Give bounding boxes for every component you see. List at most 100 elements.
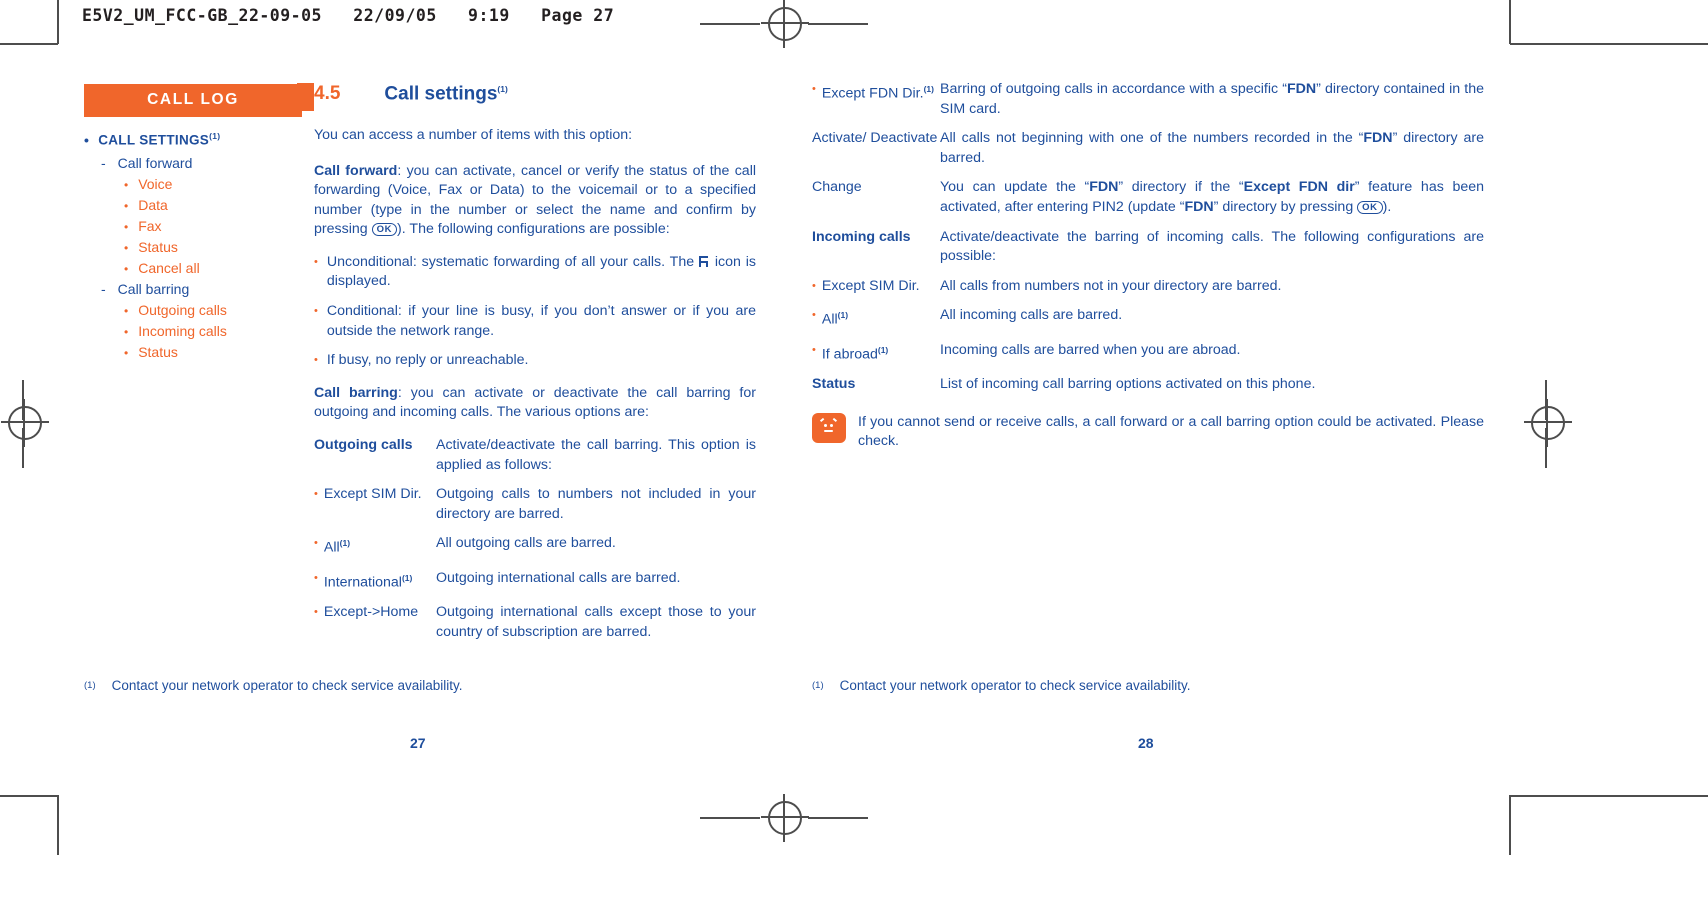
crop-mark-top-right-horizontal	[1510, 43, 1708, 45]
desc-part: ” directory if the “	[1118, 179, 1244, 196]
sidebar-item-label: Data	[138, 196, 168, 213]
call-forward-body-part2: ). The following configurations are poss…	[397, 221, 670, 238]
section-number: 4.5	[314, 83, 341, 105]
sidebar-item-label: Voice	[138, 175, 173, 192]
sidebar-item-data[interactable]: • Data	[124, 197, 302, 213]
option-term-wrap: • International(1)	[314, 569, 436, 593]
option-description: Barring of outgoing calls in accordance …	[940, 80, 1484, 119]
footnote-page-27: (1) Contact your network operator to che…	[84, 678, 524, 693]
bullet-dot-icon: •	[314, 255, 318, 268]
option-term: Status	[812, 376, 856, 392]
call-barring-paragraph: Call barring: you can activate or deacti…	[314, 384, 756, 423]
call-forward-paragraph: Call forward: you can activate, cancel o…	[314, 162, 756, 240]
sidebar-item-call-settings[interactable]: • CALL SETTINGS(1)	[84, 131, 302, 148]
footnote-ref: (1)	[877, 344, 889, 355]
crop-mark-bottom-right-horizontal	[1510, 795, 1708, 797]
ok-key-icon: OK	[1357, 200, 1383, 214]
bullet-dot-icon: •	[314, 305, 318, 318]
bullet-dot-icon: •	[124, 345, 129, 360]
option-term-wrap: • All(1)	[812, 306, 940, 330]
except-fdn-keyword: Except FDN dir	[1243, 179, 1355, 196]
option-description: Incoming calls are barred when you are a…	[940, 341, 1241, 358]
bullet-dot-icon: •	[124, 261, 129, 276]
sidebar-banner-call-log: CALL LOG	[84, 84, 302, 117]
sidebar-item-call-barring[interactable]: - Call barring	[101, 281, 302, 297]
sidebar-item-fax[interactable]: • Fax	[124, 218, 302, 234]
bullet-dot-icon: •	[812, 279, 816, 292]
sidebar-item-incoming-calls[interactable]: • Incoming calls	[124, 323, 302, 339]
option-description: All calls from numbers not in your direc…	[940, 277, 1282, 294]
sidebar-item-cancel-all[interactable]: • Cancel all	[124, 260, 302, 276]
table-row: • All(1) All outgoing calls are barred.	[314, 534, 756, 558]
option-term: Except FDN Dir.	[821, 85, 924, 102]
bullet-dot-icon: •	[314, 606, 318, 619]
page-27-body-column: 4.5 Call settings(1) You can access a nu…	[314, 80, 756, 652]
table-row: Activate/ Deactivate All calls not begin…	[812, 129, 1484, 168]
fdn-keyword: FDN	[1363, 130, 1393, 147]
footnote-ref: (1)	[497, 84, 508, 94]
crop-mark-bottom-left-vertical	[57, 795, 59, 855]
print-slug-line: E5V2_UM_FCC-GB_22-09-05 22/09/05 9:19 Pa…	[82, 6, 615, 25]
sidebar-item-status-forward[interactable]: • Status	[124, 239, 302, 255]
option-term: Except->Home	[323, 604, 419, 621]
bullet-text: Conditional: if your line is busy, if yo…	[326, 303, 756, 339]
section-title: Call settings	[384, 83, 498, 105]
bullet-dot-icon: •	[314, 354, 318, 367]
note-callout: If you cannot send or receive calls, a c…	[812, 412, 1484, 452]
sidebar-item-label: Fax	[138, 217, 162, 234]
option-term-wrap: • Except SIM Dir.	[314, 485, 436, 524]
option-term-wrap: • Except SIM Dir.	[812, 277, 940, 297]
bullet-dot-icon: •	[314, 571, 318, 584]
desc-part: You can update the “	[940, 179, 1090, 196]
option-term: Except SIM Dir.	[323, 486, 422, 503]
registration-mark-top-icon	[761, 0, 809, 48]
sidebar-item-status-barring[interactable]: • Status	[124, 344, 302, 360]
sidebar-item-outgoing-calls[interactable]: • Outgoing calls	[124, 302, 302, 318]
option-term-wrap: • Except->Home	[314, 603, 436, 642]
option-term: Change	[812, 179, 862, 196]
sidebar-item-label: CALL SETTINGS	[98, 132, 210, 148]
page-number-27: 27	[410, 735, 426, 751]
outgoing-options-list: Outgoing calls Activate/deactivate the c…	[314, 436, 756, 642]
sidebar-item-label: Call barring	[117, 280, 190, 297]
fdn-keyword: FDN	[1089, 179, 1119, 196]
footnote-ref: (1)	[923, 84, 934, 94]
fdn-options-list: • Except FDN Dir.(1) Barring of outgoing…	[812, 80, 1484, 218]
table-row: Status List of incoming call barring opt…	[812, 375, 1484, 395]
option-term: Incoming calls	[812, 228, 911, 245]
list-item: • Conditional: if your line is busy, if …	[314, 302, 756, 341]
note-text: If you cannot send or receive calls, a c…	[858, 413, 1484, 450]
footnote-ref: (1)	[401, 572, 413, 583]
call-barring-term: Call barring	[314, 384, 398, 401]
registration-mark-bottom-icon	[761, 794, 809, 842]
fdn-keyword: FDN	[1286, 81, 1317, 97]
footnote-text: Contact your network operator to check s…	[839, 678, 1191, 693]
sidebar-item-call-forward[interactable]: - Call forward	[101, 155, 302, 171]
desc-part: ” directory by pressing	[1213, 198, 1358, 215]
option-description: Activate/deactivate the barring of incom…	[940, 228, 1484, 265]
footnote-page-28: (1) Contact your network operator to che…	[812, 678, 1252, 693]
option-term-wrap: • Except FDN Dir.(1)	[812, 80, 940, 119]
crop-mark-top-right-vertical	[1509, 0, 1511, 44]
option-term: If abroad	[821, 346, 878, 363]
call-forward-icon	[699, 255, 710, 268]
option-description: Outgoing international calls are barred.	[436, 569, 681, 586]
option-description: All calls not beginning with one of the …	[940, 129, 1484, 168]
bullet-dot-icon: •	[124, 324, 129, 339]
bullet-dot-icon: •	[314, 537, 318, 550]
bullet-dot-icon: •	[314, 488, 318, 501]
footnote-marker: (1)	[84, 680, 96, 691]
table-row: • Except FDN Dir.(1) Barring of outgoing…	[812, 80, 1484, 119]
table-row: Incoming calls Activate/deactivate the b…	[812, 228, 1484, 267]
tip-face-icon	[819, 417, 838, 436]
list-item: • Unconditional: systematic forwarding o…	[314, 253, 756, 292]
sidebar-item-list: • CALL SETTINGS(1) - Call forward • Voic…	[84, 131, 302, 360]
sidebar-item-voice[interactable]: • Voice	[124, 176, 302, 192]
section-accent-tab	[297, 83, 314, 111]
bullet-dot-icon: •	[124, 177, 129, 192]
list-item: • If busy, no reply or unreachable.	[314, 351, 756, 371]
option-description: Outgoing calls to numbers not included i…	[436, 486, 756, 522]
table-row: • Except SIM Dir. Outgoing calls to numb…	[314, 485, 756, 524]
bullet-dot-icon: •	[812, 309, 816, 322]
table-row: • If abroad(1) Incoming calls are barred…	[812, 341, 1484, 365]
